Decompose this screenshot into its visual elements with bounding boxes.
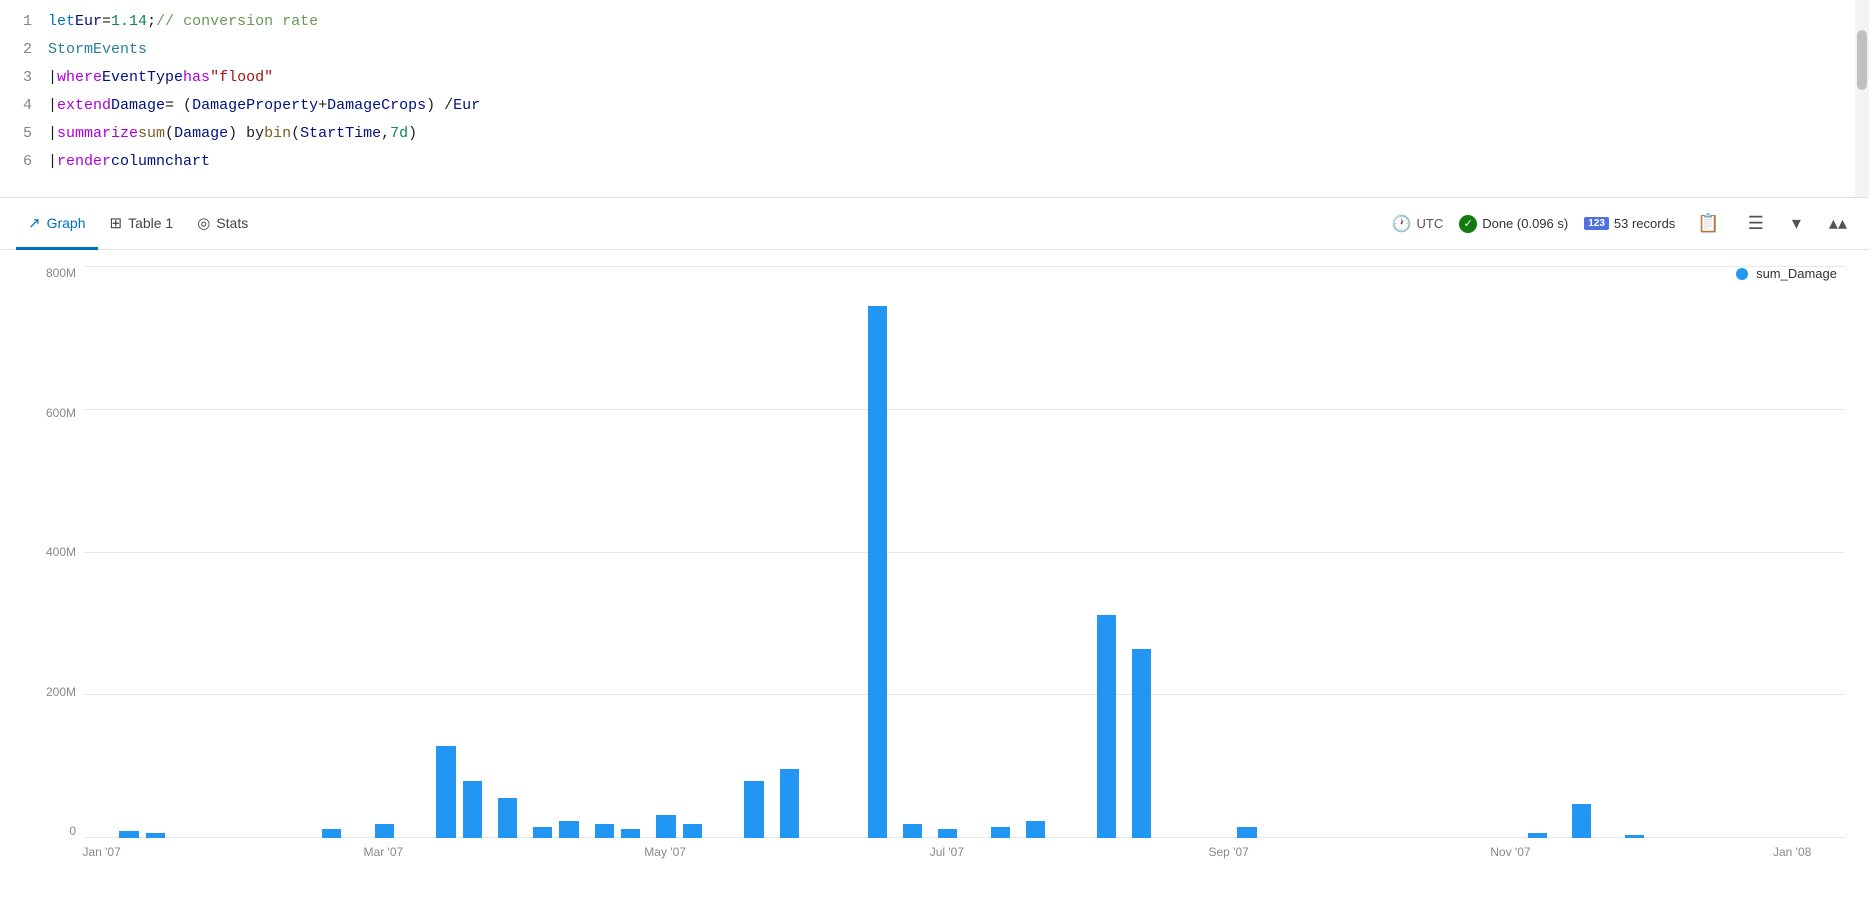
table-1-tab-icon: ⊞ bbox=[110, 214, 123, 232]
clock-icon: 🕐 bbox=[1392, 214, 1412, 234]
line-number: 4 bbox=[0, 92, 48, 120]
y-axis-label: 200M bbox=[46, 685, 76, 699]
done-label: Done (0.096 s) bbox=[1482, 216, 1568, 231]
code-content[interactable]: StormEvents bbox=[48, 36, 147, 64]
chart-bar[interactable] bbox=[1237, 827, 1256, 838]
chart-bar[interactable] bbox=[683, 824, 702, 838]
records-badge: 123 53 records bbox=[1584, 216, 1675, 231]
chart-bar[interactable] bbox=[780, 769, 799, 838]
tab-graph[interactable]: ↗ Graph bbox=[16, 199, 98, 250]
graph-tab-label: Graph bbox=[47, 215, 86, 231]
code-content[interactable]: | extend Damage = (DamageProperty + Dama… bbox=[48, 92, 480, 120]
line-number: 2 bbox=[0, 36, 48, 64]
code-line: 6| render columnchart bbox=[0, 148, 1869, 176]
chart-bar[interactable] bbox=[991, 827, 1010, 838]
code-content[interactable]: | render columnchart bbox=[48, 148, 210, 176]
chart-bar[interactable] bbox=[1026, 821, 1045, 838]
chart-bar[interactable] bbox=[533, 827, 552, 838]
scrollbar-thumb[interactable] bbox=[1857, 30, 1867, 90]
chart-bar[interactable] bbox=[1132, 649, 1151, 838]
chart-bar[interactable] bbox=[322, 829, 341, 838]
graph-tab-icon: ↗ bbox=[28, 214, 41, 232]
y-axis-label: 600M bbox=[46, 406, 76, 420]
code-editor[interactable]: 1let Eur = 1.14; // conversion rate2Stor… bbox=[0, 0, 1869, 198]
chart-bar[interactable] bbox=[1572, 804, 1591, 838]
code-content[interactable]: | summarize sum(Damage) by bin(StartTime… bbox=[48, 120, 417, 148]
copy-button[interactable]: 📋 bbox=[1691, 209, 1725, 238]
checkmark-icon: ✓ bbox=[1459, 215, 1477, 233]
code-line: 3| where EventType has "flood" bbox=[0, 64, 1869, 92]
code-content[interactable]: | where EventType has "flood" bbox=[48, 64, 273, 92]
x-axis-label: Jan '07 bbox=[82, 845, 120, 859]
code-line: 2StormEvents bbox=[0, 36, 1869, 64]
chart-bar[interactable] bbox=[463, 781, 482, 838]
chart-bar[interactable] bbox=[903, 824, 922, 838]
x-axis-label: Jan '08 bbox=[1773, 845, 1811, 859]
chart-container: 800M600M400M200M0 Jan '07Mar '07May '07J… bbox=[24, 266, 1845, 866]
results-right: 🕐 UTC ✓ Done (0.096 s) 123 53 records 📋 … bbox=[1392, 209, 1853, 238]
chart-inner: Jan '07 Mar '07 May '07 Jul '07 Sep '07 Nov '… bbox=[84, 266, 1845, 866]
chart-bar[interactable] bbox=[868, 306, 887, 838]
copy-icon: 📋 bbox=[1697, 213, 1719, 234]
chevron-down-icon: ▾ bbox=[1792, 213, 1801, 234]
code-line: 5| summarize sum(Damage) by bin(StartTim… bbox=[0, 120, 1869, 148]
chart-area: sum_Damage 800M600M400M200M0 Jan '07Mar … bbox=[0, 250, 1869, 914]
chart-bar[interactable] bbox=[938, 829, 957, 838]
y-axis-label: 400M bbox=[46, 545, 76, 559]
line-number: 3 bbox=[0, 64, 48, 92]
x-axis-label: Mar '07 bbox=[364, 845, 404, 859]
chart-bar[interactable] bbox=[375, 824, 394, 838]
columns-button[interactable]: ☰ bbox=[1742, 209, 1770, 238]
x-axis-label: May '07 bbox=[644, 845, 686, 859]
tab-stats[interactable]: ◎ Stats bbox=[185, 199, 260, 250]
columns-icon: ☰ bbox=[1748, 213, 1764, 234]
stats-tab-label: Stats bbox=[216, 215, 248, 231]
y-axis-label: 0 bbox=[69, 824, 76, 838]
chart-bar[interactable] bbox=[621, 829, 640, 838]
chart-bar[interactable] bbox=[595, 824, 614, 838]
code-content[interactable]: let Eur = 1.14; // conversion rate bbox=[48, 8, 318, 36]
records-icon: 123 bbox=[1584, 217, 1609, 230]
collapse-button[interactable]: ▴▴ bbox=[1823, 209, 1853, 238]
chevron-up-icon: ▴▴ bbox=[1829, 213, 1847, 234]
x-axis-label: Nov '07 bbox=[1490, 845, 1530, 859]
chart-bar[interactable] bbox=[119, 831, 138, 838]
table-1-tab-label: Table 1 bbox=[128, 215, 173, 231]
y-axis: 800M 600M 400M 200M 0 bbox=[24, 266, 84, 866]
records-label: 53 records bbox=[1614, 216, 1675, 231]
results-bar: ↗ Graph ⊞ Table 1 ◎ Stats 🕐 UTC ✓ Done (0.096… bbox=[0, 198, 1869, 250]
done-badge: ✓ Done (0.096 s) bbox=[1459, 215, 1568, 233]
chart-bar[interactable] bbox=[656, 815, 675, 838]
utc-label: UTC bbox=[1416, 216, 1443, 231]
chart-bar[interactable] bbox=[436, 746, 455, 838]
stats-tab-icon: ◎ bbox=[197, 214, 210, 232]
chart-bar[interactable] bbox=[744, 781, 763, 838]
code-line: 4| extend Damage = (DamageProperty + Dam… bbox=[0, 92, 1869, 120]
chart-bar[interactable] bbox=[498, 798, 517, 838]
line-number: 1 bbox=[0, 8, 48, 36]
tab-table-1[interactable]: ⊞ Table 1 bbox=[98, 199, 186, 250]
code-line: 1let Eur = 1.14; // conversion rate bbox=[0, 8, 1869, 36]
chart-bar[interactable] bbox=[1097, 615, 1116, 838]
bars-area bbox=[84, 266, 1845, 838]
chart-bar[interactable] bbox=[559, 821, 578, 838]
x-axis: Jan '07 Mar '07 May '07 Jul '07 Sep '07 Nov '… bbox=[84, 838, 1845, 866]
x-axis-label: Jul '07 bbox=[930, 845, 964, 859]
x-axis-label: Sep '07 bbox=[1208, 845, 1248, 859]
line-number: 6 bbox=[0, 148, 48, 176]
scrollbar-track bbox=[1855, 0, 1869, 197]
line-number: 5 bbox=[0, 120, 48, 148]
dropdown-button[interactable]: ▾ bbox=[1786, 209, 1807, 238]
y-axis-label: 800M bbox=[46, 266, 76, 280]
utc-badge: 🕐 UTC bbox=[1392, 214, 1444, 234]
